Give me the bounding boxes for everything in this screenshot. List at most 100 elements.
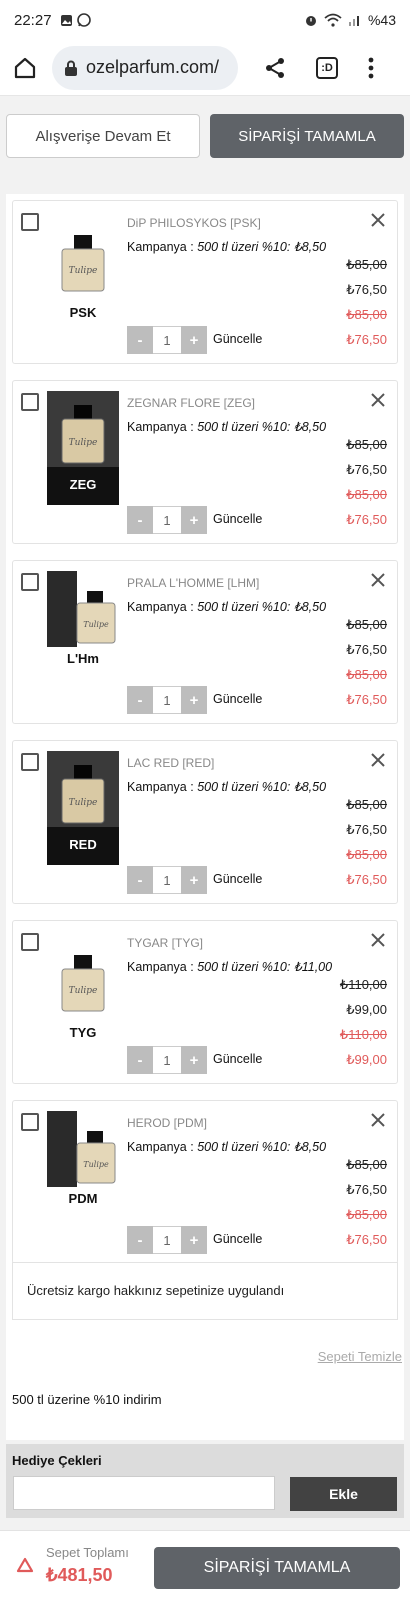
old-unit-price: ₺85,00 [346, 437, 387, 452]
gift-voucher-input[interactable] [13, 1476, 275, 1510]
campaign-text: Kampanya : 500 tl üzeri %10: ₺11,00 [127, 960, 333, 974]
more-menu-icon[interactable] [356, 53, 386, 83]
complete-order-button[interactable]: SİPARİŞİ TAMAMLA [154, 1547, 400, 1589]
product-name[interactable]: LAC RED [RED] [127, 756, 214, 770]
unit-price: ₺76,50 [346, 462, 387, 477]
line-total: ₺76,50 [346, 872, 387, 887]
old-unit-price: ₺85,00 [346, 797, 387, 812]
campaign-text: Kampanya : 500 tl üzeri %10: ₺8,50 [127, 600, 327, 614]
increase-quantity-button[interactable]: + [181, 506, 207, 534]
home-icon[interactable] [10, 53, 40, 83]
cart-total-label: Sepet Toplamı [46, 1545, 129, 1560]
status-time: 22:27 [14, 11, 52, 29]
quantity-stepper: - 1 + [127, 686, 207, 714]
unit-price: ₺76,50 [346, 1182, 387, 1197]
old-line-total: ₺85,00 [346, 307, 387, 322]
product-image[interactable]: Tulipe L'Hm [47, 571, 119, 685]
product-image[interactable]: Tulipe ZEG [47, 391, 119, 505]
tabs-icon[interactable]: :D [312, 53, 342, 83]
item-checkbox[interactable] [21, 393, 39, 411]
decrease-quantity-button[interactable]: - [127, 506, 153, 534]
increase-quantity-button[interactable]: + [181, 326, 207, 354]
cart-total-value: ₺481,50 [46, 1565, 113, 1585]
increase-quantity-button[interactable]: + [181, 1226, 207, 1254]
quantity-input[interactable]: 1 [153, 326, 181, 354]
decrease-quantity-button[interactable]: - [127, 1046, 153, 1074]
svg-text:Tulipe: Tulipe [69, 438, 98, 448]
gallery-notification-icon [60, 14, 72, 26]
product-image[interactable]: Tulipe TYG [47, 931, 119, 1045]
increase-quantity-button[interactable]: + [181, 1046, 207, 1074]
remove-item-icon[interactable] [369, 751, 387, 769]
unit-price: ₺99,00 [346, 1002, 387, 1017]
product-image[interactable]: Tulipe RED [47, 751, 119, 865]
decrease-quantity-button[interactable]: - [127, 686, 153, 714]
item-checkbox[interactable] [21, 573, 39, 591]
campaign-text: Kampanya : 500 tl üzeri %10: ₺8,50 [127, 780, 327, 794]
quantity-input[interactable]: 1 [153, 1046, 181, 1074]
cart-list: Tulipe PSK DiP PHILOSYKOS [PSK] Kampanya … [6, 194, 404, 1440]
update-link[interactable]: Güncelle [213, 512, 262, 526]
decrease-quantity-button[interactable]: - [127, 326, 153, 354]
quantity-stepper: - 1 + [127, 1226, 207, 1254]
discount-note: 500 tl üzerine %10 indirim [12, 1392, 162, 1407]
quantity-stepper: - 1 + [127, 506, 207, 534]
product-name[interactable]: DiP PHILOSYKOS [PSK] [127, 216, 261, 230]
product-name[interactable]: TYGAR [TYG] [127, 936, 203, 950]
product-name[interactable]: PRALA L'HOMME [LHM] [127, 576, 259, 590]
alarm-icon [305, 16, 316, 26]
update-link[interactable]: Güncelle [213, 1232, 262, 1246]
unit-price: ₺76,50 [346, 822, 387, 837]
signal-icon [348, 16, 359, 26]
update-link[interactable]: Güncelle [213, 872, 262, 886]
item-checkbox[interactable] [21, 933, 39, 951]
update-link[interactable]: Güncelle [213, 1052, 262, 1066]
item-checkbox[interactable] [21, 1113, 39, 1131]
continue-shopping-button[interactable]: Alışverişe Devam Et [6, 114, 200, 158]
remove-item-icon[interactable] [369, 931, 387, 949]
add-voucher-button[interactable]: Ekle [290, 1477, 397, 1511]
remove-item-icon[interactable] [369, 571, 387, 589]
quantity-input[interactable]: 1 [153, 506, 181, 534]
product-code: RED [69, 837, 96, 852]
free-shipping-notice: Ücretsiz kargo hakkınız sepetinize uygul… [12, 1262, 398, 1320]
url-text: ozelparfum.com/ [86, 57, 220, 77]
lock-icon [65, 60, 77, 76]
clear-cart-link[interactable]: Sepeti Temizle [318, 1349, 402, 1364]
campaign-text: Kampanya : 500 tl üzeri %10: ₺8,50 [127, 420, 327, 434]
quantity-stepper: - 1 + [127, 866, 207, 894]
quantity-input[interactable]: 1 [153, 866, 181, 894]
product-code: PSK [70, 305, 97, 320]
share-icon[interactable] [260, 53, 290, 83]
checkout-bar: Sepet Toplamı ₺481,50 SİPARİŞİ TAMAMLA [0, 1530, 410, 1600]
address-bar[interactable]: ozelparfum.com/ [52, 45, 238, 90]
update-link[interactable]: Güncelle [213, 332, 262, 346]
product-name[interactable]: ZEGNAR FLORE [ZEG] [127, 396, 255, 410]
quantity-input[interactable]: 1 [153, 686, 181, 714]
line-total: ₺99,00 [346, 1052, 387, 1067]
decrease-quantity-button[interactable]: - [127, 866, 153, 894]
quantity-input[interactable]: 1 [153, 1226, 181, 1254]
increase-quantity-button[interactable]: + [181, 686, 207, 714]
product-image[interactable]: Tulipe PDM [47, 1111, 119, 1225]
remove-item-icon[interactable] [369, 391, 387, 409]
product-name[interactable]: HEROD [PDM] [127, 1116, 207, 1130]
increase-quantity-button[interactable]: + [181, 866, 207, 894]
item-checkbox[interactable] [21, 753, 39, 771]
svg-text:Tulipe: Tulipe [83, 1160, 109, 1169]
chevron-up-icon[interactable] [16, 1557, 34, 1573]
item-checkbox[interactable] [21, 213, 39, 231]
update-link[interactable]: Güncelle [213, 692, 262, 706]
remove-item-icon[interactable] [369, 1111, 387, 1129]
cart-item: Tulipe PDM HEROD [PDM] Kampanya : 500 tl … [12, 1100, 398, 1264]
cart-item: Tulipe PSK DiP PHILOSYKOS [PSK] Kampanya … [12, 200, 398, 364]
cart-item: Tulipe ZEG ZEGNAR FLORE [ZEG] Kampanya : … [12, 380, 398, 544]
old-line-total: ₺110,00 [339, 1027, 387, 1042]
svg-text:Tulipe: Tulipe [69, 798, 98, 808]
svg-text:Tulipe: Tulipe [83, 620, 109, 629]
decrease-quantity-button[interactable]: - [127, 1226, 153, 1254]
remove-item-icon[interactable] [369, 211, 387, 229]
complete-order-button-top[interactable]: SİPARİŞİ TAMAMLA [210, 114, 404, 158]
product-image[interactable]: Tulipe PSK [47, 211, 119, 325]
campaign-text: Kampanya : 500 tl üzeri %10: ₺8,50 [127, 240, 327, 254]
